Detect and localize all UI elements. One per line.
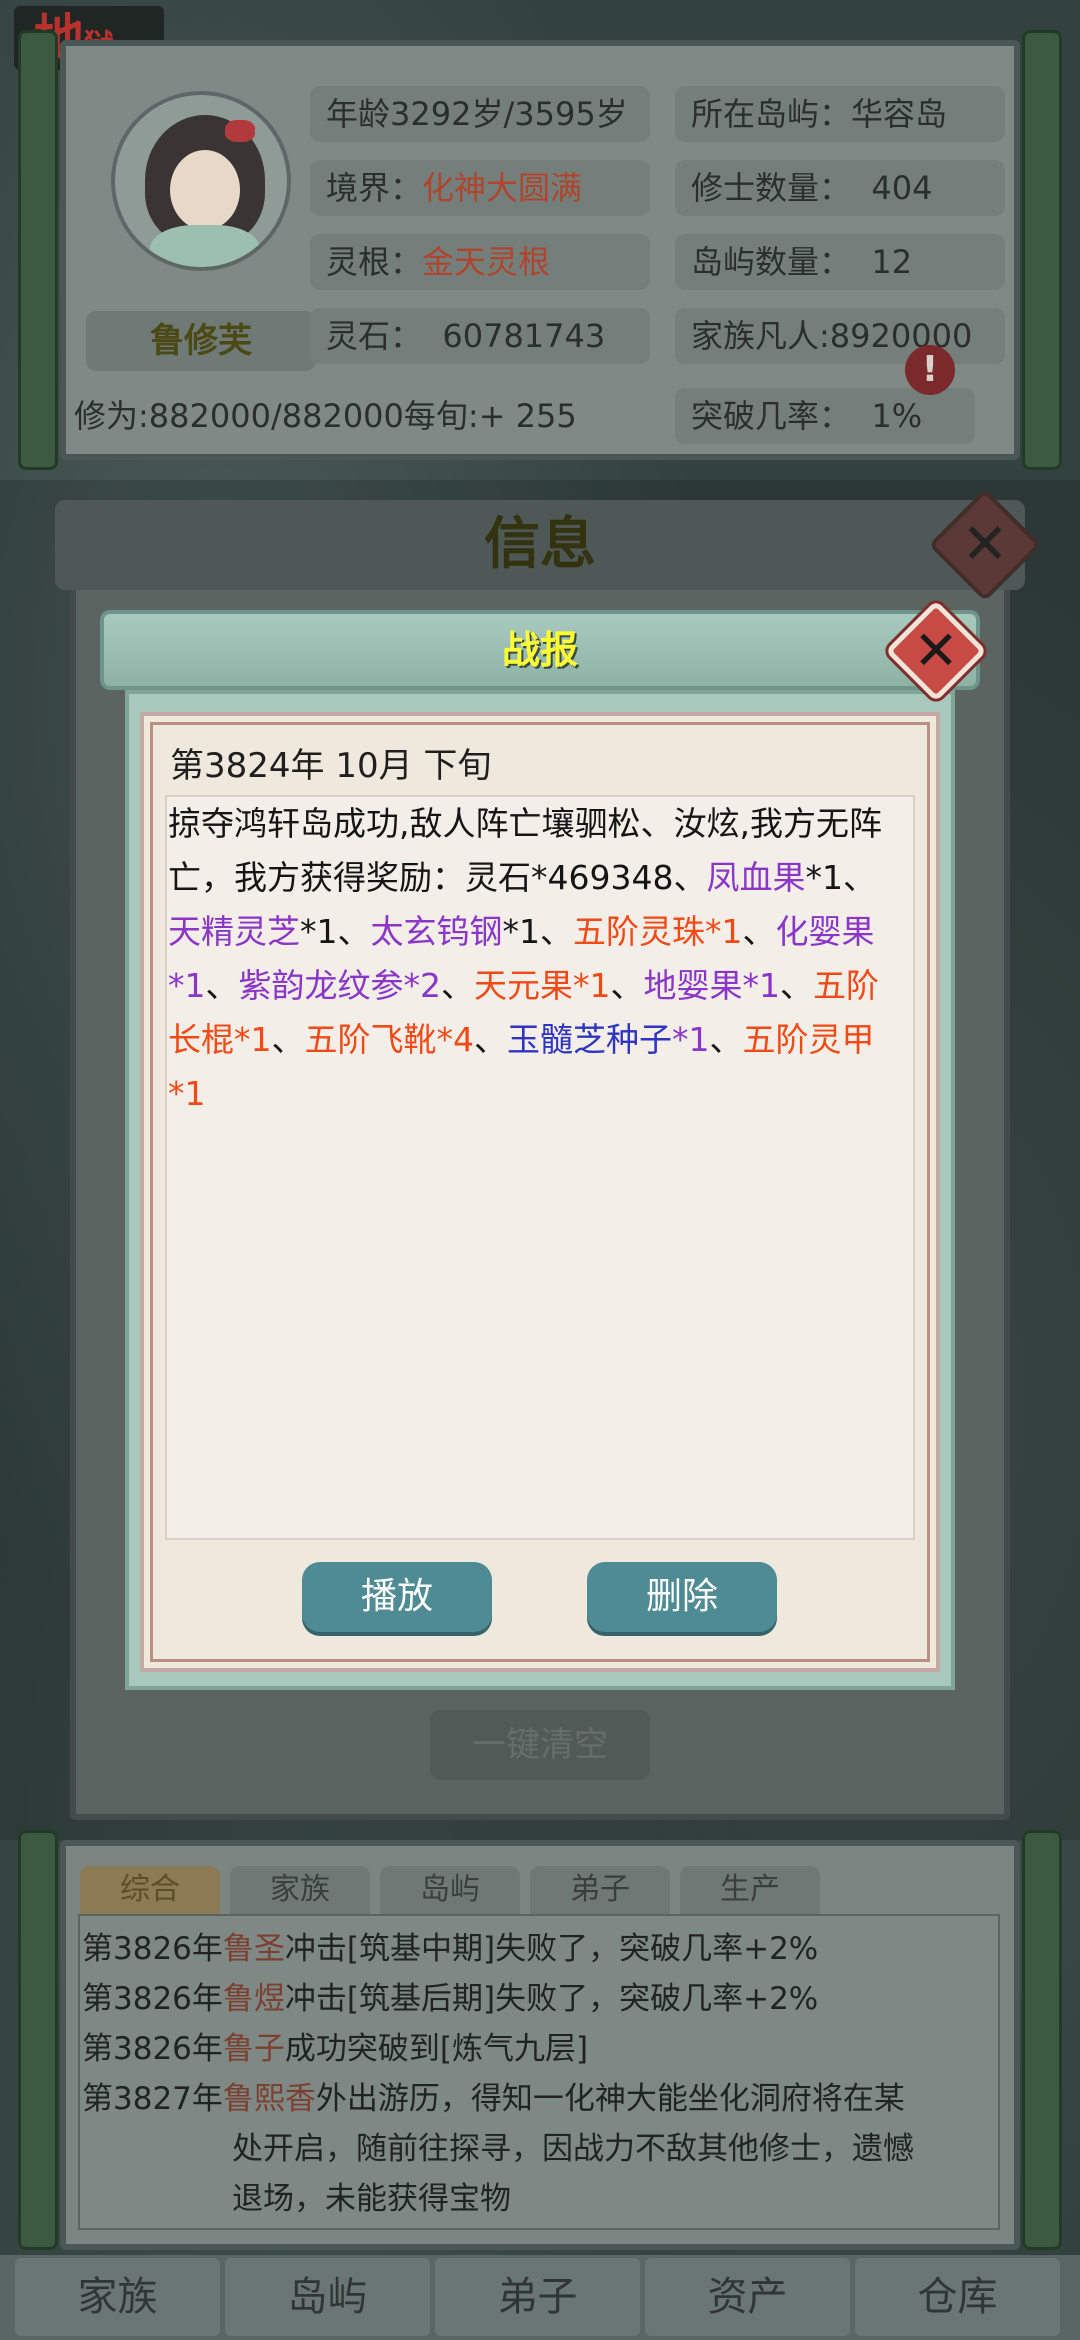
report-segment: 五阶飞靴*4 xyxy=(304,1020,475,1059)
report-segment: 天精灵芝 xyxy=(168,912,300,951)
tab-disciple[interactable]: 弟子 xyxy=(530,1866,670,1914)
nav-disciple[interactable]: 弟子 xyxy=(435,2258,640,2336)
report-date: 第3824年 10月 下旬 xyxy=(170,746,492,786)
log-scroll-rod-right xyxy=(1022,1830,1062,2250)
report-segment: 、 xyxy=(271,1020,305,1059)
report-segment: 、 xyxy=(780,966,813,1005)
close-icon: ✕ xyxy=(913,619,959,682)
stat-spirit-stone: 灵石： 60781743 xyxy=(310,308,650,364)
report-segment: 、 xyxy=(474,1020,507,1059)
report-text: 掠夺鸿轩岛成功,敌人阵亡壤驷松、汝炫,我方无阵亡，我方获得奖励：灵石*46934… xyxy=(168,797,888,1121)
report-segment: 五阶灵珠*1 xyxy=(573,912,743,951)
stat-island-count: 岛屿数量： 12 xyxy=(675,234,1005,290)
nav-island[interactable]: 岛屿 xyxy=(225,2258,430,2336)
log-entry: 第3826年鲁煜冲击[筑基后期]失败了，突破几率+2% xyxy=(82,1981,819,2017)
delete-button[interactable]: 删除 xyxy=(587,1562,777,1632)
report-segment: 、 xyxy=(205,966,239,1005)
play-button[interactable]: 播放 xyxy=(302,1562,492,1632)
report-segment: 、 xyxy=(441,966,474,1005)
stat-cultivator-count: 修士数量： 404 xyxy=(675,160,1005,216)
nav-assets[interactable]: 资产 xyxy=(645,2258,850,2336)
scroll-rod-right xyxy=(1022,30,1062,470)
tab-production[interactable]: 生产 xyxy=(680,1866,820,1914)
log-entry-continuation: 退场，未能获得宝物 xyxy=(232,2181,511,2217)
stat-breakthrough: 突破几率： 1% xyxy=(675,388,975,444)
tab-island[interactable]: 岛屿 xyxy=(380,1866,520,1914)
report-segment: 太玄钨钢 xyxy=(370,912,503,951)
log-entry: 第3826年鲁子成功突破到[炼气九层] xyxy=(82,2031,589,2067)
log-entry: 第3827年鲁熙香外出游历，得知一化神大能坐化洞府将在某 xyxy=(82,2081,905,2117)
stat-cultivation: 修为:882000/882000每旬:+ 255 xyxy=(74,397,577,435)
stat-island: 所在岛屿：华容岛 xyxy=(675,86,1005,142)
scroll-rod-left xyxy=(18,30,58,470)
player-portrait[interactable] xyxy=(111,91,291,271)
player-name: 鲁修芙 xyxy=(86,311,316,371)
report-segment: 玉髓芝种子 xyxy=(507,1020,672,1059)
report-segment: *1、 xyxy=(300,912,371,951)
report-segment: 、 xyxy=(742,912,776,951)
report-segment: 凤血果 xyxy=(706,858,806,897)
battle-report-title: 战报 xyxy=(100,610,980,690)
report-segment: *1、 xyxy=(805,858,876,897)
report-segment: 、 xyxy=(709,1020,743,1059)
report-segment: *1、 xyxy=(502,912,574,951)
alert-icon[interactable]: ! xyxy=(905,345,955,395)
stat-spirit-root: 灵根：金天灵根 xyxy=(310,234,650,290)
report-segment: 紫韵龙纹参*2 xyxy=(238,966,442,1005)
stat-mortals: 家族凡人:8920000 xyxy=(675,308,1005,364)
nav-warehouse[interactable]: 仓库 xyxy=(855,2258,1060,2336)
stat-realm: 境界：化神大圆满 xyxy=(310,160,650,216)
tab-general[interactable]: 综合 xyxy=(80,1866,220,1914)
report-segment: *1 xyxy=(672,1020,710,1059)
report-segment: 、 xyxy=(610,966,644,1005)
report-segment: 地婴果*1 xyxy=(643,966,781,1005)
report-segment: 天元果*1 xyxy=(474,966,611,1005)
log-scroll-rod-left xyxy=(18,1830,58,2250)
tab-family[interactable]: 家族 xyxy=(230,1866,370,1914)
nav-family[interactable]: 家族 xyxy=(15,2258,220,2336)
stat-age: 年龄3292岁/3595岁 xyxy=(310,86,650,142)
log-entry-continuation: 处开启，随前往探寻，因战力不敌其他修士，遗憾 xyxy=(232,2131,914,2167)
log-entry: 第3826年鲁圣冲击[筑基中期]失败了，突破几率+2% xyxy=(82,1931,819,1967)
